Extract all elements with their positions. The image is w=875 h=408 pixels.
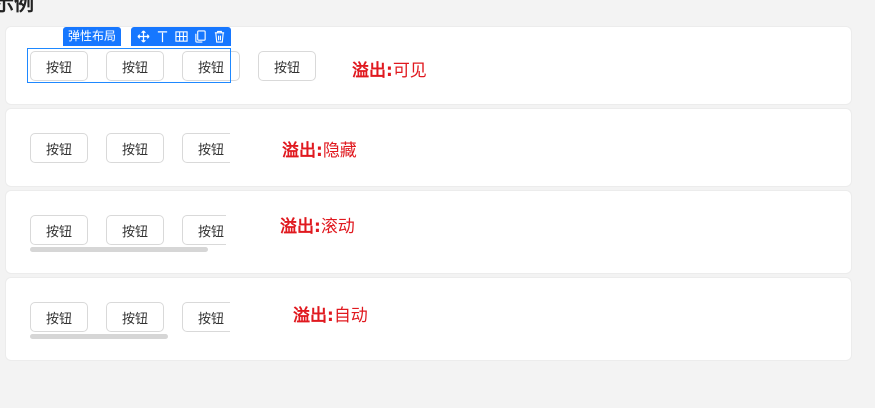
demo-button[interactable]: 按钮 bbox=[182, 215, 226, 245]
scrollbar-thumb[interactable] bbox=[30, 247, 208, 252]
demo-button[interactable]: 按钮 bbox=[182, 133, 230, 163]
overflow-label-auto: 溢出:自动 bbox=[293, 301, 368, 326]
horizontal-scrollbar[interactable] bbox=[30, 334, 230, 339]
demo-button[interactable]: 按钮 bbox=[106, 133, 164, 163]
demo-card-scroll: 按钮 按钮 按钮 溢出:滚动 bbox=[5, 190, 852, 274]
demo-button[interactable]: 按钮 bbox=[106, 302, 164, 332]
flex-container-visible[interactable]: 按钮 按钮 按钮 按钮 bbox=[30, 51, 316, 81]
overflow-label-scroll: 溢出:滚动 bbox=[280, 212, 355, 237]
overflow-label-key: 溢出: bbox=[352, 61, 393, 81]
overflow-label-hidden: 溢出:隐藏 bbox=[282, 136, 357, 161]
overflow-label-visible: 溢出:可见 bbox=[352, 56, 427, 81]
flex-container-scroll[interactable]: 按钮 按钮 按钮 bbox=[30, 215, 226, 247]
move-icon[interactable] bbox=[136, 30, 150, 44]
component-toolbar bbox=[131, 27, 231, 46]
overflow-label-value: 自动 bbox=[333, 306, 368, 326]
flex-container-auto[interactable]: 按钮 按钮 按钮 bbox=[30, 302, 230, 334]
demo-button[interactable]: 按钮 bbox=[106, 215, 164, 245]
delete-icon[interactable] bbox=[212, 30, 226, 44]
overflow-label-key: 溢出: bbox=[280, 217, 321, 237]
demo-button[interactable]: 按钮 bbox=[258, 51, 316, 81]
demo-button[interactable]: 按钮 bbox=[182, 51, 240, 81]
demo-card-auto: 按钮 按钮 按钮 溢出:自动 bbox=[5, 277, 852, 361]
demo-button[interactable]: 按钮 bbox=[182, 302, 230, 332]
scrollbar-thumb[interactable] bbox=[30, 334, 168, 339]
demo-button[interactable]: 按钮 bbox=[30, 215, 88, 245]
copy-icon[interactable] bbox=[193, 30, 207, 44]
component-type-tag[interactable]: 弹性布局 bbox=[63, 27, 122, 46]
demo-button[interactable]: 按钮 bbox=[106, 51, 164, 81]
horizontal-scrollbar[interactable] bbox=[30, 247, 226, 252]
overflow-label-key: 溢出: bbox=[282, 141, 323, 161]
demo-button[interactable]: 按钮 bbox=[30, 133, 88, 163]
demo-button[interactable]: 按钮 bbox=[30, 51, 88, 81]
overflow-label-value: 隐藏 bbox=[322, 141, 357, 161]
grid-icon[interactable] bbox=[174, 30, 188, 44]
align-top-icon[interactable] bbox=[155, 30, 169, 44]
demo-button[interactable]: 按钮 bbox=[30, 302, 88, 332]
flex-container-hidden[interactable]: 按钮 按钮 按钮 bbox=[30, 133, 230, 165]
page-heading: 示例 bbox=[0, 0, 34, 15]
overflow-label-value: 可见 bbox=[392, 61, 427, 81]
demo-card-hidden: 按钮 按钮 按钮 溢出:隐藏 bbox=[5, 108, 852, 187]
overflow-label-key: 溢出: bbox=[293, 306, 334, 326]
overflow-label-value: 滚动 bbox=[320, 217, 355, 237]
